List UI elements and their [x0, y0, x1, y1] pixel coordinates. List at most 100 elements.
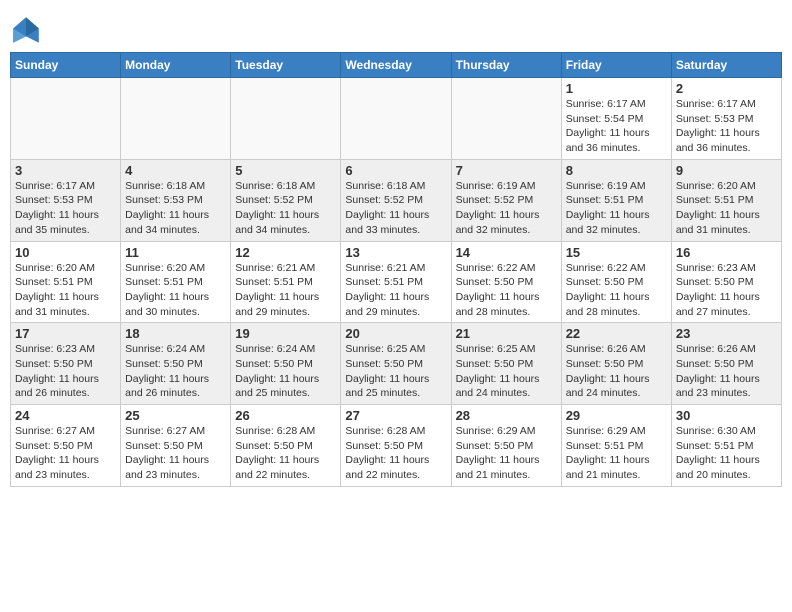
calendar-week-2: 3Sunrise: 6:17 AM Sunset: 5:53 PM Daylig… — [11, 159, 782, 241]
day-number: 1 — [566, 81, 667, 96]
day-number: 13 — [345, 245, 446, 260]
calendar-table: SundayMondayTuesdayWednesdayThursdayFrid… — [10, 52, 782, 487]
weekday-header-sunday: Sunday — [11, 53, 121, 78]
weekday-header-thursday: Thursday — [451, 53, 561, 78]
day-info: Sunrise: 6:21 AM Sunset: 5:51 PM Dayligh… — [345, 261, 446, 320]
calendar-cell: 29Sunrise: 6:29 AM Sunset: 5:51 PM Dayli… — [561, 405, 671, 487]
day-info: Sunrise: 6:20 AM Sunset: 5:51 PM Dayligh… — [676, 179, 777, 238]
day-info: Sunrise: 6:25 AM Sunset: 5:50 PM Dayligh… — [345, 342, 446, 401]
day-number: 8 — [566, 163, 667, 178]
day-number: 14 — [456, 245, 557, 260]
day-info: Sunrise: 6:29 AM Sunset: 5:51 PM Dayligh… — [566, 424, 667, 483]
day-number: 25 — [125, 408, 226, 423]
weekday-header-saturday: Saturday — [671, 53, 781, 78]
calendar-cell: 27Sunrise: 6:28 AM Sunset: 5:50 PM Dayli… — [341, 405, 451, 487]
weekday-header-friday: Friday — [561, 53, 671, 78]
day-number: 15 — [566, 245, 667, 260]
day-info: Sunrise: 6:23 AM Sunset: 5:50 PM Dayligh… — [15, 342, 116, 401]
day-number: 3 — [15, 163, 116, 178]
day-info: Sunrise: 6:20 AM Sunset: 5:51 PM Dayligh… — [125, 261, 226, 320]
day-number: 20 — [345, 326, 446, 341]
calendar-cell: 9Sunrise: 6:20 AM Sunset: 5:51 PM Daylig… — [671, 159, 781, 241]
day-number: 26 — [235, 408, 336, 423]
calendar-cell: 15Sunrise: 6:22 AM Sunset: 5:50 PM Dayli… — [561, 241, 671, 323]
calendar-cell: 10Sunrise: 6:20 AM Sunset: 5:51 PM Dayli… — [11, 241, 121, 323]
day-number: 16 — [676, 245, 777, 260]
day-info: Sunrise: 6:18 AM Sunset: 5:53 PM Dayligh… — [125, 179, 226, 238]
day-info: Sunrise: 6:28 AM Sunset: 5:50 PM Dayligh… — [345, 424, 446, 483]
calendar-body: 1Sunrise: 6:17 AM Sunset: 5:54 PM Daylig… — [11, 78, 782, 487]
weekday-header-monday: Monday — [121, 53, 231, 78]
calendar-cell: 5Sunrise: 6:18 AM Sunset: 5:52 PM Daylig… — [231, 159, 341, 241]
calendar-cell: 24Sunrise: 6:27 AM Sunset: 5:50 PM Dayli… — [11, 405, 121, 487]
calendar-cell — [341, 78, 451, 160]
calendar-week-3: 10Sunrise: 6:20 AM Sunset: 5:51 PM Dayli… — [11, 241, 782, 323]
day-info: Sunrise: 6:22 AM Sunset: 5:50 PM Dayligh… — [456, 261, 557, 320]
calendar-cell: 30Sunrise: 6:30 AM Sunset: 5:51 PM Dayli… — [671, 405, 781, 487]
day-info: Sunrise: 6:18 AM Sunset: 5:52 PM Dayligh… — [345, 179, 446, 238]
calendar-cell: 4Sunrise: 6:18 AM Sunset: 5:53 PM Daylig… — [121, 159, 231, 241]
day-number: 27 — [345, 408, 446, 423]
day-info: Sunrise: 6:23 AM Sunset: 5:50 PM Dayligh… — [676, 261, 777, 320]
day-number: 21 — [456, 326, 557, 341]
day-info: Sunrise: 6:17 AM Sunset: 5:53 PM Dayligh… — [676, 97, 777, 156]
day-number: 12 — [235, 245, 336, 260]
day-number: 30 — [676, 408, 777, 423]
day-number: 18 — [125, 326, 226, 341]
day-info: Sunrise: 6:19 AM Sunset: 5:52 PM Dayligh… — [456, 179, 557, 238]
calendar-cell: 12Sunrise: 6:21 AM Sunset: 5:51 PM Dayli… — [231, 241, 341, 323]
day-info: Sunrise: 6:26 AM Sunset: 5:50 PM Dayligh… — [676, 342, 777, 401]
day-number: 22 — [566, 326, 667, 341]
day-info: Sunrise: 6:30 AM Sunset: 5:51 PM Dayligh… — [676, 424, 777, 483]
calendar-cell — [451, 78, 561, 160]
calendar-cell: 13Sunrise: 6:21 AM Sunset: 5:51 PM Dayli… — [341, 241, 451, 323]
day-number: 5 — [235, 163, 336, 178]
day-number: 28 — [456, 408, 557, 423]
day-info: Sunrise: 6:20 AM Sunset: 5:51 PM Dayligh… — [15, 261, 116, 320]
day-info: Sunrise: 6:25 AM Sunset: 5:50 PM Dayligh… — [456, 342, 557, 401]
calendar-cell: 8Sunrise: 6:19 AM Sunset: 5:51 PM Daylig… — [561, 159, 671, 241]
weekday-header-row: SundayMondayTuesdayWednesdayThursdayFrid… — [11, 53, 782, 78]
page-container: SundayMondayTuesdayWednesdayThursdayFrid… — [0, 0, 792, 497]
day-number: 7 — [456, 163, 557, 178]
calendar-cell: 11Sunrise: 6:20 AM Sunset: 5:51 PM Dayli… — [121, 241, 231, 323]
day-number: 2 — [676, 81, 777, 96]
calendar-cell: 16Sunrise: 6:23 AM Sunset: 5:50 PM Dayli… — [671, 241, 781, 323]
day-info: Sunrise: 6:22 AM Sunset: 5:50 PM Dayligh… — [566, 261, 667, 320]
day-number: 17 — [15, 326, 116, 341]
calendar-cell: 19Sunrise: 6:24 AM Sunset: 5:50 PM Dayli… — [231, 323, 341, 405]
day-number: 19 — [235, 326, 336, 341]
day-number: 4 — [125, 163, 226, 178]
weekday-header-wednesday: Wednesday — [341, 53, 451, 78]
day-info: Sunrise: 6:17 AM Sunset: 5:53 PM Dayligh… — [15, 179, 116, 238]
page-header — [10, 10, 782, 46]
day-info: Sunrise: 6:21 AM Sunset: 5:51 PM Dayligh… — [235, 261, 336, 320]
calendar-cell: 22Sunrise: 6:26 AM Sunset: 5:50 PM Dayli… — [561, 323, 671, 405]
calendar-cell: 1Sunrise: 6:17 AM Sunset: 5:54 PM Daylig… — [561, 78, 671, 160]
calendar-cell: 28Sunrise: 6:29 AM Sunset: 5:50 PM Dayli… — [451, 405, 561, 487]
calendar-cell: 3Sunrise: 6:17 AM Sunset: 5:53 PM Daylig… — [11, 159, 121, 241]
weekday-header-tuesday: Tuesday — [231, 53, 341, 78]
calendar-cell: 14Sunrise: 6:22 AM Sunset: 5:50 PM Dayli… — [451, 241, 561, 323]
calendar-cell: 6Sunrise: 6:18 AM Sunset: 5:52 PM Daylig… — [341, 159, 451, 241]
day-number: 10 — [15, 245, 116, 260]
day-info: Sunrise: 6:24 AM Sunset: 5:50 PM Dayligh… — [125, 342, 226, 401]
day-number: 23 — [676, 326, 777, 341]
day-number: 29 — [566, 408, 667, 423]
day-info: Sunrise: 6:24 AM Sunset: 5:50 PM Dayligh… — [235, 342, 336, 401]
day-info: Sunrise: 6:27 AM Sunset: 5:50 PM Dayligh… — [15, 424, 116, 483]
calendar-cell: 2Sunrise: 6:17 AM Sunset: 5:53 PM Daylig… — [671, 78, 781, 160]
calendar-header: SundayMondayTuesdayWednesdayThursdayFrid… — [11, 53, 782, 78]
day-info: Sunrise: 6:19 AM Sunset: 5:51 PM Dayligh… — [566, 179, 667, 238]
day-info: Sunrise: 6:27 AM Sunset: 5:50 PM Dayligh… — [125, 424, 226, 483]
calendar-week-1: 1Sunrise: 6:17 AM Sunset: 5:54 PM Daylig… — [11, 78, 782, 160]
day-info: Sunrise: 6:18 AM Sunset: 5:52 PM Dayligh… — [235, 179, 336, 238]
calendar-cell: 26Sunrise: 6:28 AM Sunset: 5:50 PM Dayli… — [231, 405, 341, 487]
calendar-cell: 23Sunrise: 6:26 AM Sunset: 5:50 PM Dayli… — [671, 323, 781, 405]
calendar-cell: 17Sunrise: 6:23 AM Sunset: 5:50 PM Dayli… — [11, 323, 121, 405]
calendar-cell — [231, 78, 341, 160]
day-info: Sunrise: 6:28 AM Sunset: 5:50 PM Dayligh… — [235, 424, 336, 483]
day-number: 11 — [125, 245, 226, 260]
day-number: 6 — [345, 163, 446, 178]
calendar-week-5: 24Sunrise: 6:27 AM Sunset: 5:50 PM Dayli… — [11, 405, 782, 487]
